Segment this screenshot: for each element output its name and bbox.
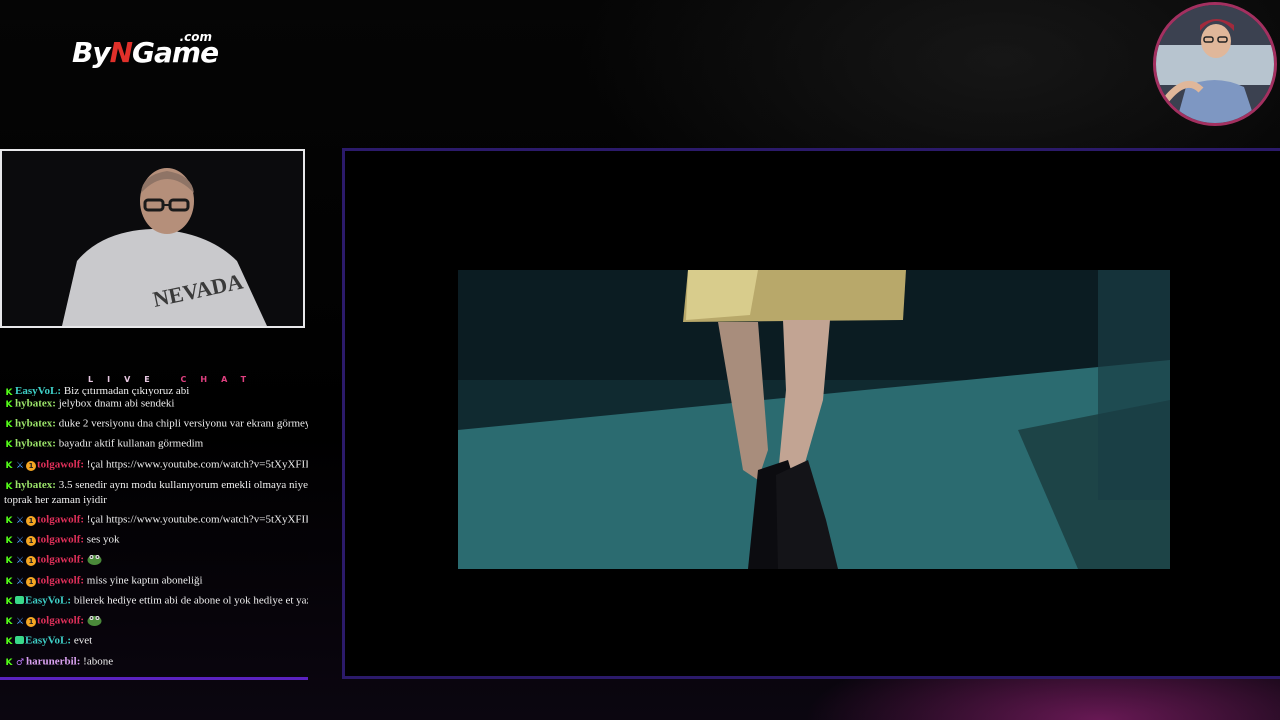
- chat-username[interactable]: tolgawolf:: [37, 458, 84, 470]
- gift-badge-icon: [15, 595, 24, 604]
- chat-badges: K: [4, 478, 15, 493]
- chat-badges: K: [4, 414, 15, 434]
- chat-badges: K: [4, 631, 25, 651]
- subscriber-badge-icon: 1: [26, 617, 36, 628]
- chat-username[interactable]: tolgawolf:: [37, 554, 84, 566]
- kick-badge-icon: K: [5, 576, 13, 587]
- chat-message: Khybatex: jelybox dnamı abi sendeki: [4, 394, 308, 414]
- chat-title: LIVE CHAT: [88, 375, 261, 384]
- chat-badges: K ⚔ 1: [4, 571, 37, 591]
- frog-emote-icon: [87, 615, 102, 626]
- chat-message: K ⚔ 1 tolgawolf: miss yine kaptın aboneliği: [4, 571, 308, 591]
- video-frame-image: [458, 270, 1170, 569]
- chat-message: K EasyVoL: evet: [4, 631, 308, 651]
- live-chat-panel: LIVE CHAT K EasyVoL: Biz çıtırmadan çıkıy…: [0, 362, 308, 680]
- subscriber-badge-icon: 1: [26, 460, 36, 471]
- chat-username[interactable]: hybatex:: [15, 479, 56, 491]
- kick-badge-icon: K: [5, 657, 13, 668]
- kick-badge-icon: K: [5, 556, 13, 567]
- gift-badge-icon: [15, 636, 24, 645]
- chat-message-list: K EasyVoL: Biz çıtırmadan çıkıyoruz abi K…: [4, 386, 308, 672]
- chat-badges: K: [4, 394, 15, 414]
- chat-username[interactable]: EasyVoL:: [25, 635, 71, 647]
- chat-badges: K ⚔ 1: [4, 550, 37, 570]
- kick-badge-icon: K: [5, 440, 13, 451]
- chat-username[interactable]: EasyVoL:: [25, 594, 71, 606]
- moderator-sword-icon: ⚔: [15, 460, 25, 471]
- chat-message: K EasyVoL: bilerek hediye ettim abi de ab…: [4, 591, 309, 611]
- chat-message: Khybatex: duke 2 versiyonu dna chipli ve…: [4, 414, 309, 434]
- chat-text: duke 2 versiyonu dna chipli versiyonu va…: [58, 417, 308, 430]
- chat-message: K ♂ harunerbil: !abone: [4, 652, 308, 672]
- chat-text: jelybox dnamı abi sendeki: [58, 397, 175, 410]
- chat-message: Khybatex: bayadır aktif kullanan görmedi…: [4, 434, 308, 454]
- kick-badge-icon: K: [5, 420, 13, 431]
- subscriber-badge-icon: 1: [26, 556, 36, 567]
- chat-username[interactable]: hybatex:: [15, 418, 56, 430]
- subscriber-badge-icon: 1: [26, 515, 36, 526]
- frog-emote-icon: [87, 554, 102, 565]
- chat-badges: K ⚔ 1: [4, 455, 37, 475]
- chat-username[interactable]: tolgawolf:: [37, 615, 84, 627]
- mic-badge-icon: ♂: [15, 657, 25, 668]
- chat-badges: K ♂: [4, 652, 26, 672]
- chat-username[interactable]: tolgawolf:: [37, 534, 84, 546]
- chat-badges: K ⚔ 1: [4, 530, 37, 550]
- chat-text: bilerek hediye ettim abi de abone ol yok…: [73, 594, 308, 607]
- moderator-sword-icon: ⚔: [15, 556, 25, 567]
- chat-badges: K ⚔ 1: [4, 611, 37, 631]
- streamer-webcam-image: NEVADA: [2, 151, 303, 326]
- moderator-sword-icon: ⚔: [15, 617, 25, 628]
- video-content[interactable]: [458, 270, 1170, 569]
- chat-message: K ⚔ 1 tolgawolf: !çal https://www.youtube.c…: [4, 455, 308, 475]
- kick-badge-icon: K: [5, 637, 13, 648]
- streamer-webcam: NEVADA: [0, 149, 305, 328]
- chat-badges: K: [4, 434, 15, 454]
- chat-text: !abone: [83, 655, 114, 668]
- chat-username[interactable]: hybatex:: [15, 397, 56, 409]
- chat-username[interactable]: tolgawolf:: [37, 574, 84, 586]
- kick-badge-icon: K: [5, 481, 13, 492]
- chat-message: K ⚔ 1 tolgawolf: ses yok: [4, 530, 308, 550]
- kick-badge-icon: K: [5, 515, 13, 526]
- chat-text: !çal https://www.youtube.com/watch?v=5tX…: [86, 458, 308, 471]
- logo-suffix: .com: [179, 30, 212, 44]
- chat-username[interactable]: tolgawolf:: [37, 513, 84, 525]
- subscriber-badge-icon: 1: [26, 536, 36, 547]
- chat-message: K ⚔ 1 tolgawolf:: [4, 611, 308, 631]
- chat-text: ses yok: [86, 533, 120, 546]
- chat-username[interactable]: hybatex:: [15, 438, 56, 450]
- chat-badges: K ⚔ 1: [4, 510, 37, 530]
- chat-text: miss yine kaptın aboneliği: [86, 574, 203, 587]
- guest-webcam: [1153, 2, 1277, 126]
- kick-badge-icon: K: [5, 400, 13, 410]
- chat-message: K ⚔ 1 tolgawolf: !çal https://www.youtube.c…: [4, 510, 308, 530]
- chat-username[interactable]: harunerbil:: [26, 655, 80, 667]
- moderator-sword-icon: ⚔: [15, 576, 25, 587]
- chat-text: bayadır aktif kullanan görmedim: [58, 437, 204, 450]
- chat-message: Khybatex: 3.5 senedir aynı modu kullanıy…: [4, 475, 308, 510]
- moderator-sword-icon: ⚔: [15, 536, 25, 547]
- moderator-sword-icon: ⚔: [15, 515, 25, 526]
- kick-badge-icon: K: [5, 596, 13, 607]
- guest-webcam-image: [1156, 5, 1274, 123]
- chat-badges: K: [4, 591, 25, 611]
- subscriber-badge-icon: 1: [26, 576, 36, 587]
- kick-badge-icon: K: [5, 536, 13, 547]
- kick-badge-icon: K: [5, 460, 13, 471]
- chat-text: evet: [73, 634, 93, 647]
- bynogame-logo: ByNGame .com: [72, 30, 222, 74]
- kick-badge-icon: K: [5, 617, 13, 628]
- chat-message: K ⚔ 1 tolgawolf:: [4, 550, 308, 570]
- chat-text: !çal https://www.youtube.com/watch?v=5tX…: [86, 513, 308, 526]
